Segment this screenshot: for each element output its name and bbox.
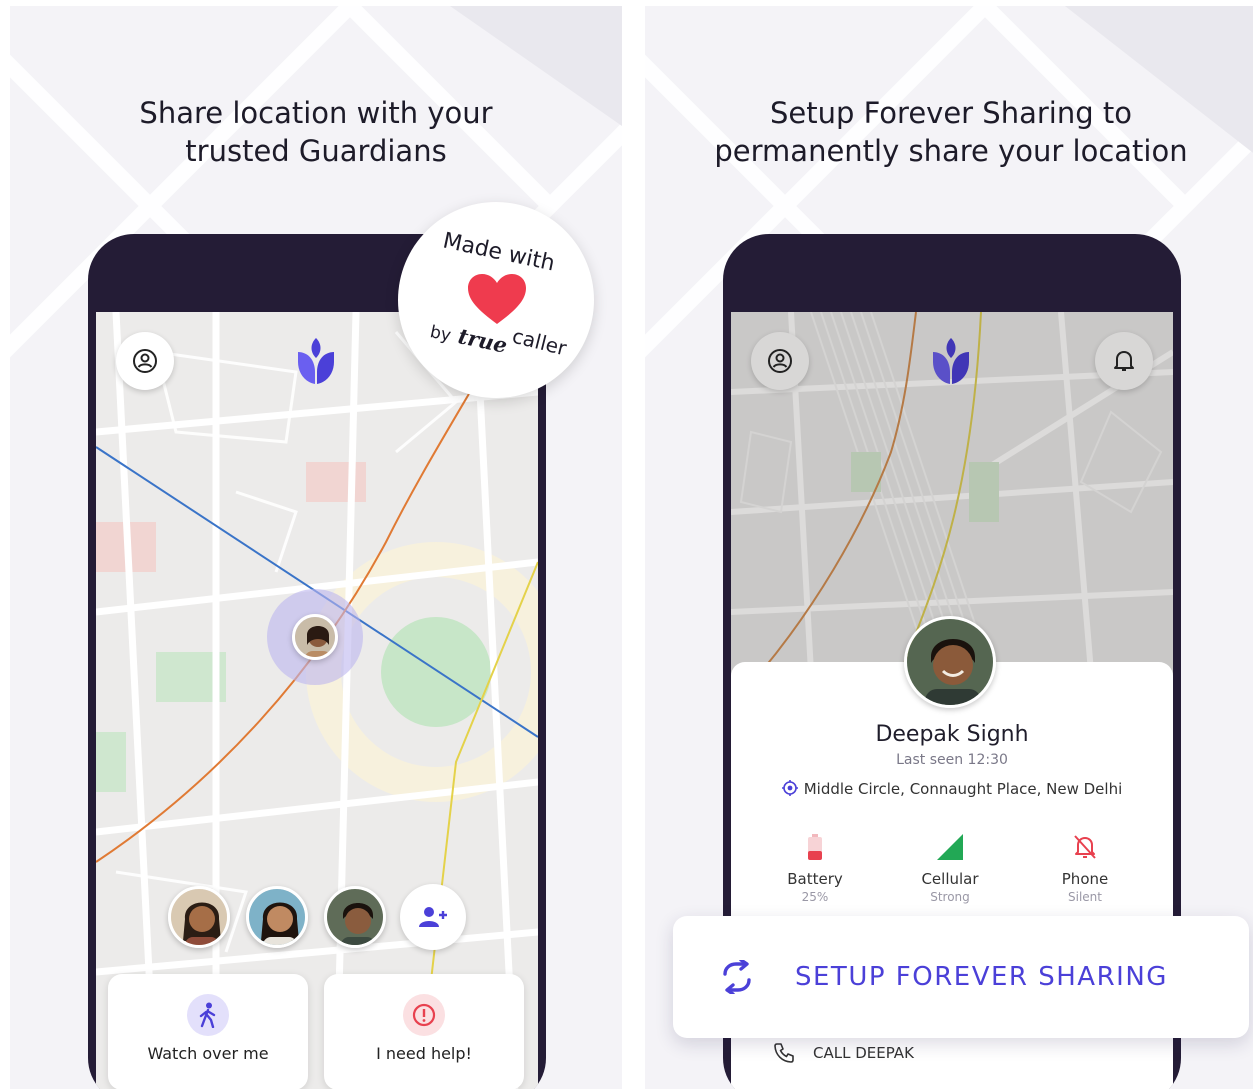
call-contact-button[interactable]: CALL DEEPAK — [773, 1042, 914, 1064]
battery-stat: Battery 25% — [755, 834, 875, 904]
last-seen: Last seen 12:30 — [896, 752, 1008, 768]
setup-forever-sharing-button[interactable]: SETUP FOREVER SHARING — [673, 916, 1249, 1038]
contact-avatar[interactable] — [904, 616, 996, 708]
battery-label: Battery — [787, 870, 843, 888]
user-location-avatar[interactable] — [292, 614, 338, 660]
need-help-card[interactable]: I need help! — [324, 974, 524, 1089]
notifications-button[interactable] — [1095, 332, 1153, 390]
guardians-logo-icon — [933, 338, 969, 384]
profile-button[interactable] — [751, 332, 809, 390]
cellular-value: Strong — [930, 890, 970, 904]
profile-icon — [768, 349, 792, 373]
by-text: by — [428, 322, 453, 346]
headline: Setup Forever Sharing to permanently sha… — [645, 94, 1253, 170]
map-view — [96, 312, 538, 1089]
heart-icon — [468, 274, 526, 324]
battery-icon — [808, 834, 822, 860]
guardian-avatar-2[interactable] — [246, 886, 308, 948]
bell-icon — [1114, 351, 1134, 371]
add-person-icon — [419, 907, 447, 927]
watch-over-me-label: Watch over me — [147, 1044, 269, 1063]
left-promo-panel: Share location with your trusted Guardia… — [10, 6, 622, 1089]
cellular-stat: Cellular Strong — [890, 834, 1010, 904]
profile-icon — [133, 349, 157, 373]
call-label: CALL DEEPAK — [813, 1044, 914, 1062]
location-icon — [781, 780, 798, 796]
phone-icon — [774, 1043, 794, 1063]
phone-label: Phone — [1061, 870, 1109, 888]
watch-over-me-card[interactable]: Watch over me — [108, 974, 308, 1089]
map-screen[interactable]: Watch over me I need help! — [96, 312, 538, 1089]
battery-value: 25% — [801, 890, 829, 904]
made-with-text: Made with — [440, 228, 557, 277]
walk-icon-badge — [187, 994, 229, 1036]
cellular-label: Cellular — [921, 870, 979, 888]
phone-mode-stat: Phone Silent — [1025, 834, 1145, 904]
headline-line-1: Share location with your — [139, 96, 493, 130]
brand-true-text: true — [455, 323, 510, 358]
phone-value: Silent — [1068, 890, 1102, 904]
address-text: Middle Circle, Connaught Place, New Delh… — [803, 780, 1123, 798]
need-help-label: I need help! — [376, 1044, 472, 1063]
brand-caller-text: caller — [509, 323, 569, 361]
headline-line-2: trusted Guardians — [185, 134, 447, 168]
headline: Share location with your trusted Guardia… — [10, 94, 622, 170]
sync-icon — [723, 960, 751, 994]
contact-name: Deepak Signh — [875, 722, 1029, 747]
profile-button[interactable] — [116, 332, 174, 390]
contact-address: Middle Circle, Connaught Place, New Delh… — [731, 780, 1173, 798]
walk-icon — [199, 1002, 216, 1028]
add-guardian-button[interactable] — [400, 884, 466, 950]
cta-label: SETUP FOREVER SHARING — [795, 962, 1168, 992]
headline-line-2: permanently share your location — [714, 134, 1188, 168]
guardians-logo-icon — [298, 338, 334, 384]
headline-line-1: Setup Forever Sharing to — [770, 96, 1132, 130]
signal-icon — [937, 834, 963, 860]
alert-icon-badge — [403, 994, 445, 1036]
made-with-love-badge: Made with by true caller — [398, 202, 594, 398]
bell-off-icon — [1074, 835, 1096, 859]
alert-icon — [412, 1003, 436, 1027]
guardian-avatar-3[interactable] — [324, 886, 386, 948]
guardian-avatar-1[interactable] — [168, 886, 230, 948]
